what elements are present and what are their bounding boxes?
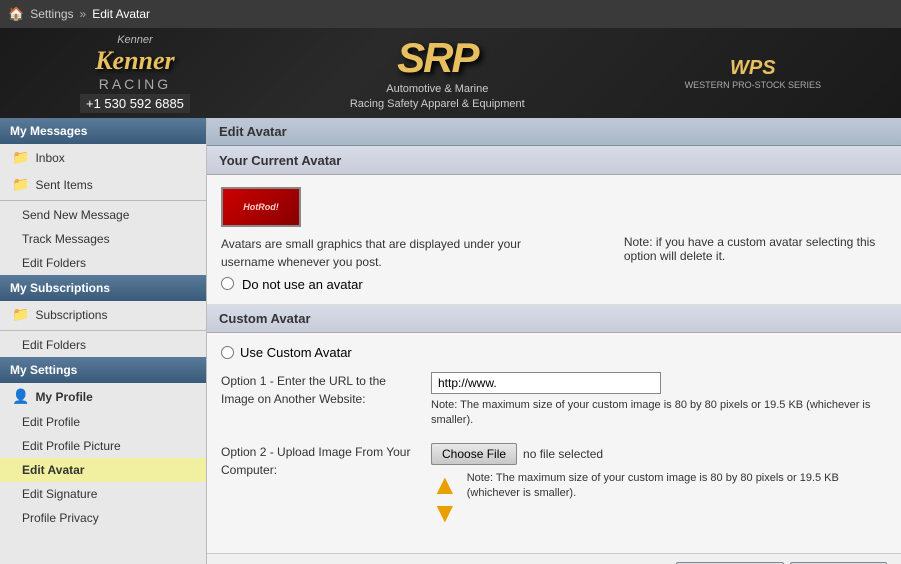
sidebar-item-edit-profile-picture[interactable]: Edit Profile Picture	[0, 434, 206, 458]
sidebar-item-inbox[interactable]: 📁 Inbox	[0, 144, 206, 171]
sidebar-item-my-profile[interactable]: 👤 My Profile	[0, 383, 206, 410]
folder-icon: 📁	[12, 176, 29, 193]
sidebar-item-edit-profile[interactable]: Edit Profile	[0, 410, 206, 434]
banner-name-line1: Kenner	[117, 34, 152, 46]
avatar-description: Avatars are small graphics that are disp…	[221, 235, 564, 292]
current-avatar-area: HotRod! Avatars are small graphics that …	[221, 187, 887, 292]
action-buttons-row: Save Changes Reset Fields	[207, 553, 901, 564]
nav-settings-link[interactable]: Settings	[30, 7, 73, 21]
banner-srp-line2: Racing Safety Apparel & Equipment	[350, 97, 525, 112]
use-custom-radio[interactable]	[221, 346, 234, 359]
use-custom-row: Use Custom Avatar	[221, 345, 887, 360]
content-header: Edit Avatar	[207, 118, 901, 146]
sidebar-item-edit-folders-sub[interactable]: Edit Folders	[0, 333, 206, 357]
sidebar-send-message-label: Send New Message	[22, 208, 129, 222]
option2-note-area: ▲▼ Note: The maximum size of your custom…	[431, 467, 887, 527]
no-file-text: no file selected	[523, 447, 603, 461]
banner-kenner-text: Kenner	[95, 46, 174, 76]
sidebar-section-subscriptions: My Subscriptions	[0, 275, 206, 301]
sidebar-item-profile-privacy[interactable]: Profile Privacy	[0, 506, 206, 530]
user-icon: 👤	[12, 388, 29, 405]
sidebar-track-messages-label: Track Messages	[22, 232, 110, 246]
no-avatar-note: Note: if you have a custom avatar select…	[624, 235, 887, 263]
banner-srp-line1: Automotive & Marine	[350, 82, 525, 97]
main-layout: My Messages 📁 Inbox 📁 Sent Items Send Ne…	[0, 118, 901, 564]
sidebar: My Messages 📁 Inbox 📁 Sent Items Send Ne…	[0, 118, 207, 564]
sidebar-edit-avatar-label: Edit Avatar	[22, 463, 84, 477]
nav-current: Edit Avatar	[92, 7, 150, 21]
sidebar-sent-label: Sent Items	[35, 178, 92, 192]
sidebar-edit-folders-sub-label: Edit Folders	[22, 338, 86, 352]
choose-file-button[interactable]: Choose File	[431, 443, 517, 465]
banner-left: Kenner Kenner RACING +1 530 592 6885	[80, 34, 190, 113]
nav-separator: »	[80, 7, 87, 21]
avatar-text: HotRod!	[243, 202, 279, 212]
sidebar-edit-profile-picture-label: Edit Profile Picture	[22, 439, 121, 453]
content-area: Edit Avatar Your Current Avatar HotRod! …	[207, 118, 901, 564]
option2-note: Note: The maximum size of your custom im…	[467, 471, 887, 502]
avatar-desc-text: Avatars are small graphics that are disp…	[221, 235, 564, 271]
custom-avatar-body: Use Custom Avatar Option 1 - Enter the U…	[207, 333, 901, 553]
current-avatar-body: HotRod! Avatars are small graphics that …	[207, 175, 901, 304]
banner-phone: +1 530 592 6885	[80, 94, 190, 113]
no-avatar-label: Do not use an avatar	[242, 277, 363, 292]
no-avatar-radio[interactable]	[221, 277, 234, 290]
sidebar-edit-profile-label: Edit Profile	[22, 415, 80, 429]
custom-avatar-section-title: Custom Avatar	[207, 304, 901, 333]
sidebar-edit-folders-msg-label: Edit Folders	[22, 256, 86, 270]
banner-racing-text: RACING	[99, 76, 171, 92]
sidebar-divider-2	[0, 330, 206, 331]
current-avatar-section-title: Your Current Avatar	[207, 146, 901, 175]
sidebar-item-track-messages[interactable]: Track Messages	[0, 227, 206, 251]
option1-row: Option 1 - Enter the URL to the Image on…	[221, 372, 887, 429]
url-input[interactable]	[431, 372, 661, 394]
home-icon[interactable]: 🏠	[8, 6, 24, 22]
sidebar-item-edit-avatar[interactable]: Edit Avatar	[0, 458, 206, 482]
top-nav: 🏠 Settings » Edit Avatar	[0, 0, 901, 28]
sidebar-profile-privacy-label: Profile Privacy	[22, 511, 99, 525]
banner: Kenner Kenner RACING +1 530 592 6885 SRP…	[0, 28, 901, 118]
option2-label: Option 2 - Upload Image From Your Comput…	[221, 443, 431, 479]
folder-icon: 📁	[12, 306, 29, 323]
banner-right: WPS WESTERN PRO-STOCK SERIES	[685, 57, 821, 90]
sidebar-item-send-message[interactable]: Send New Message	[0, 203, 206, 227]
sidebar-item-sent[interactable]: 📁 Sent Items	[0, 171, 206, 198]
sidebar-edit-signature-label: Edit Signature	[22, 487, 97, 501]
banner-wps-logo: WPS	[685, 57, 821, 80]
sidebar-my-profile-label: My Profile	[35, 390, 92, 404]
option1-label: Option 1 - Enter the URL to the Image on…	[221, 372, 431, 408]
option2-controls: Choose File no file selected ▲▼ Note: Th…	[431, 443, 887, 527]
folder-icon: 📁	[12, 149, 29, 166]
avatar-image: HotRod!	[221, 187, 301, 227]
file-upload-row: Choose File no file selected	[431, 443, 887, 465]
option1-controls: Note: The maximum size of your custom im…	[431, 372, 887, 429]
sidebar-section-settings: My Settings	[0, 357, 206, 383]
use-custom-label: Use Custom Avatar	[240, 345, 352, 360]
banner-srp-logo: SRP	[350, 34, 525, 82]
sidebar-divider-1	[0, 200, 206, 201]
sidebar-subscriptions-label: Subscriptions	[35, 308, 107, 322]
sidebar-item-edit-signature[interactable]: Edit Signature	[0, 482, 206, 506]
option1-note: Note: The maximum size of your custom im…	[431, 398, 887, 429]
arrow-indicator: ▲▼	[431, 471, 459, 527]
no-avatar-row: Do not use an avatar	[221, 277, 564, 292]
banner-center: SRP Automotive & Marine Racing Safety Ap…	[350, 34, 525, 113]
option2-row: Option 2 - Upload Image From Your Comput…	[221, 443, 887, 527]
sidebar-item-subscriptions[interactable]: 📁 Subscriptions	[0, 301, 206, 328]
sidebar-item-edit-folders-msg[interactable]: Edit Folders	[0, 251, 206, 275]
avatar-options-row: Avatars are small graphics that are disp…	[221, 235, 887, 292]
sidebar-section-messages: My Messages	[0, 118, 206, 144]
banner-wps-sub: WESTERN PRO-STOCK SERIES	[685, 80, 821, 90]
sidebar-inbox-label: Inbox	[35, 151, 64, 165]
